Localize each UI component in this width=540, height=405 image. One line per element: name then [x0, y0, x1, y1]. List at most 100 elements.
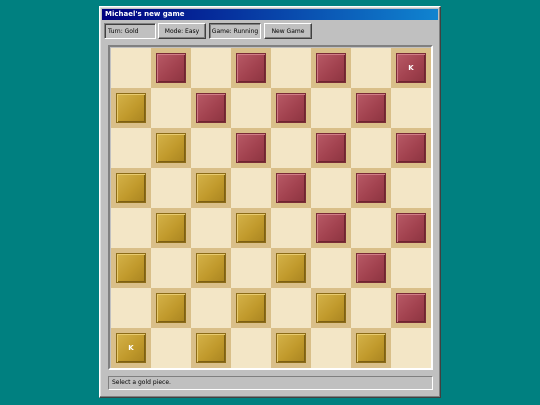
- red-piece[interactable]: [276, 93, 306, 123]
- board-square[interactable]: K: [391, 48, 431, 88]
- board-square[interactable]: [391, 288, 431, 328]
- board-square[interactable]: [151, 48, 191, 88]
- board-square[interactable]: [111, 288, 151, 328]
- board-square[interactable]: [311, 248, 351, 288]
- board-square[interactable]: [231, 208, 271, 248]
- board-square[interactable]: [311, 208, 351, 248]
- board-square[interactable]: [191, 208, 231, 248]
- board-square[interactable]: [311, 288, 351, 328]
- gold-piece[interactable]: [196, 173, 226, 203]
- board-square[interactable]: [191, 128, 231, 168]
- red-piece[interactable]: [156, 53, 186, 83]
- board-square[interactable]: [271, 128, 311, 168]
- gold-piece[interactable]: [156, 213, 186, 243]
- board-square[interactable]: [351, 128, 391, 168]
- board-square[interactable]: [391, 208, 431, 248]
- board-square[interactable]: [391, 128, 431, 168]
- red-piece[interactable]: [396, 213, 426, 243]
- board-square[interactable]: K: [111, 328, 151, 368]
- board-square[interactable]: [271, 288, 311, 328]
- board-square[interactable]: [351, 48, 391, 88]
- red-piece[interactable]: [396, 293, 426, 323]
- gold-piece[interactable]: [236, 213, 266, 243]
- red-piece[interactable]: [356, 173, 386, 203]
- red-king-piece[interactable]: K: [396, 53, 426, 83]
- game-status-button[interactable]: Game: Running: [209, 23, 261, 39]
- board-square[interactable]: [391, 328, 431, 368]
- board-square[interactable]: [231, 48, 271, 88]
- board-square[interactable]: [191, 88, 231, 128]
- board-square[interactable]: [111, 128, 151, 168]
- new-game-button[interactable]: New Game: [264, 23, 312, 39]
- board-square[interactable]: [111, 48, 151, 88]
- red-piece[interactable]: [316, 213, 346, 243]
- board-square[interactable]: [151, 288, 191, 328]
- board-square[interactable]: [351, 288, 391, 328]
- board-square[interactable]: [311, 168, 351, 208]
- gold-piece[interactable]: [276, 253, 306, 283]
- board-square[interactable]: [271, 208, 311, 248]
- gold-piece[interactable]: [156, 293, 186, 323]
- board-square[interactable]: [271, 328, 311, 368]
- board-square[interactable]: [391, 88, 431, 128]
- board-square[interactable]: [351, 88, 391, 128]
- gold-piece[interactable]: [236, 293, 266, 323]
- board-square[interactable]: [271, 48, 311, 88]
- board-square[interactable]: [191, 248, 231, 288]
- board-square[interactable]: [391, 248, 431, 288]
- gold-piece[interactable]: [276, 333, 306, 363]
- mode-button[interactable]: Mode: Easy: [158, 23, 206, 39]
- board-square[interactable]: [191, 288, 231, 328]
- red-piece[interactable]: [236, 133, 266, 163]
- board-square[interactable]: [351, 208, 391, 248]
- board-square[interactable]: [151, 248, 191, 288]
- gold-piece[interactable]: [316, 293, 346, 323]
- board-square[interactable]: [151, 128, 191, 168]
- board-square[interactable]: [271, 168, 311, 208]
- gold-piece[interactable]: [196, 253, 226, 283]
- board-square[interactable]: [311, 88, 351, 128]
- red-piece[interactable]: [316, 133, 346, 163]
- board-square[interactable]: [151, 168, 191, 208]
- board-square[interactable]: [231, 128, 271, 168]
- red-piece[interactable]: [396, 133, 426, 163]
- board-square[interactable]: [151, 88, 191, 128]
- board-square[interactable]: [271, 248, 311, 288]
- gold-piece[interactable]: [116, 173, 146, 203]
- board-square[interactable]: [351, 248, 391, 288]
- board-square[interactable]: [191, 48, 231, 88]
- gold-piece[interactable]: [156, 133, 186, 163]
- board-square[interactable]: [111, 168, 151, 208]
- gold-piece[interactable]: [116, 93, 146, 123]
- red-piece[interactable]: [316, 53, 346, 83]
- gold-king-piece[interactable]: K: [116, 333, 146, 363]
- board-square[interactable]: [311, 48, 351, 88]
- gold-piece[interactable]: [116, 253, 146, 283]
- board-square[interactable]: [391, 168, 431, 208]
- gold-piece[interactable]: [356, 333, 386, 363]
- red-piece[interactable]: [356, 93, 386, 123]
- checkers-board: KK: [111, 48, 431, 368]
- board-square[interactable]: [111, 88, 151, 128]
- board-square[interactable]: [111, 208, 151, 248]
- board-square[interactable]: [191, 328, 231, 368]
- red-piece[interactable]: [356, 253, 386, 283]
- board-square[interactable]: [231, 168, 271, 208]
- red-piece[interactable]: [196, 93, 226, 123]
- board-square[interactable]: [231, 248, 271, 288]
- board-square[interactable]: [151, 328, 191, 368]
- board-square[interactable]: [231, 328, 271, 368]
- board-square[interactable]: [351, 168, 391, 208]
- board-square[interactable]: [191, 168, 231, 208]
- board-square[interactable]: [311, 128, 351, 168]
- board-square[interactable]: [231, 288, 271, 328]
- board-square[interactable]: [351, 328, 391, 368]
- gold-piece[interactable]: [196, 333, 226, 363]
- board-square[interactable]: [151, 208, 191, 248]
- board-square[interactable]: [271, 88, 311, 128]
- red-piece[interactable]: [276, 173, 306, 203]
- board-square[interactable]: [111, 248, 151, 288]
- red-piece[interactable]: [236, 53, 266, 83]
- board-square[interactable]: [311, 328, 351, 368]
- board-square[interactable]: [231, 88, 271, 128]
